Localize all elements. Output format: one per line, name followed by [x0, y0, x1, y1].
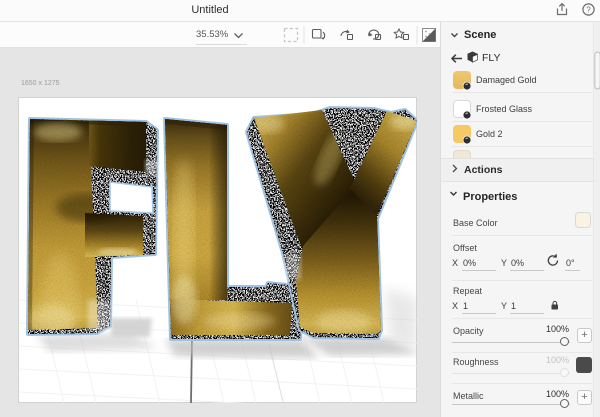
- svg-text:?: ?: [586, 5, 591, 14]
